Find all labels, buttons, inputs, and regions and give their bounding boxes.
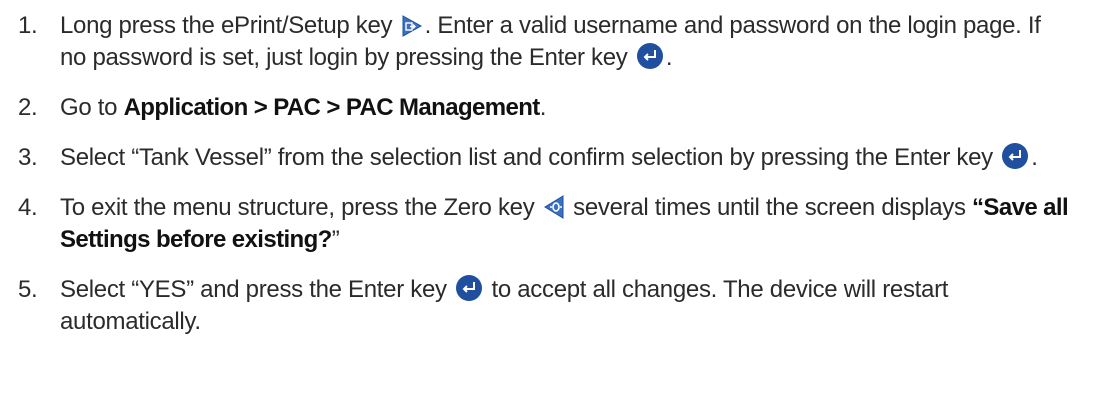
step-text: Select “YES” and press the Enter key (60, 276, 454, 303)
step-1: 1. Long press the ePrint/Setup key . Ent… (0, 10, 1109, 74)
step-2: 2. Go to Application > PAC > PAC Managem… (0, 92, 1109, 124)
quote-close: ” (331, 226, 340, 253)
step-number: 2. (18, 94, 38, 121)
zero-key-icon (543, 194, 565, 220)
quote-open: “ (972, 194, 984, 221)
enter-key-icon (455, 274, 483, 302)
step-4: 4. To exit the menu structure, press the… (0, 192, 1109, 256)
step-text: Go to (60, 94, 124, 121)
step-3: 3. Select “Tank Vessel” from the selecti… (0, 142, 1109, 174)
eprint-setup-key-icon (401, 14, 423, 38)
step-text: To exit the menu structure, press the Ze… (60, 194, 541, 221)
instruction-list: 1. Long press the ePrint/Setup key . Ent… (0, 0, 1109, 408)
step-number: 5. (18, 276, 38, 303)
step-number: 3. (18, 144, 38, 171)
step-text: . (539, 94, 547, 121)
enter-key-icon (636, 42, 664, 70)
step-text: . (665, 44, 673, 71)
step-text: several times until the screen displays (566, 194, 973, 221)
step-5: 5. Select “YES” and press the Enter key … (0, 274, 1109, 338)
menu-path: Application > PAC > PAC Management (123, 94, 541, 121)
step-number: 1. (18, 12, 38, 39)
step-text: Long press the ePrint/Setup key (60, 12, 399, 39)
step-number: 4. (18, 194, 38, 221)
step-text: Select “Tank Vessel” from the selection … (60, 144, 1000, 171)
step-text: . (1031, 144, 1038, 171)
enter-key-icon (1001, 142, 1029, 170)
